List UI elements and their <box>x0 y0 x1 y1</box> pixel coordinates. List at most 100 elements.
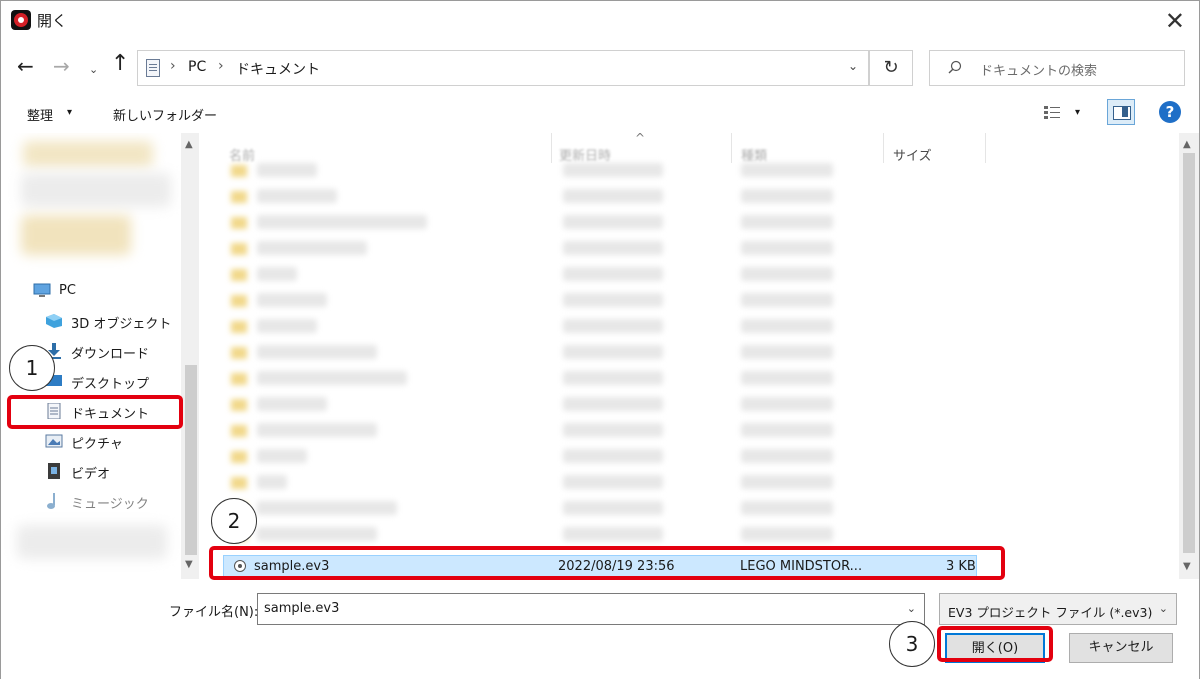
documents-location-icon <box>146 59 160 77</box>
blurred-folder-icon <box>231 269 247 281</box>
column-divider[interactable] <box>985 133 986 163</box>
blurred-folder-icon <box>231 191 247 203</box>
address-bar[interactable]: › PC › ドキュメント ⌄ <box>137 50 869 86</box>
blurred-file-type <box>741 475 833 489</box>
3d-objects-icon <box>46 314 62 328</box>
breadcrumb-separator: › <box>170 58 176 74</box>
blurred-file-type <box>741 293 833 307</box>
file-list-scroll-thumb[interactable] <box>1183 153 1195 553</box>
blurred-quick-access-item <box>21 173 171 207</box>
breadcrumb-separator: › <box>218 58 224 74</box>
blurred-file-name <box>257 241 367 255</box>
blurred-folder-icon <box>231 347 247 359</box>
breadcrumb-documents[interactable]: ドキュメント <box>236 59 320 79</box>
highlight-selected-file <box>209 546 1005 580</box>
filetype-value: EV3 プロジェクト ファイル (*.ev3) <box>948 605 1153 620</box>
step-2-marker: 2 <box>211 498 257 544</box>
blurred-file-date <box>563 501 663 515</box>
scroll-down-arrow-icon[interactable]: ▼ <box>1183 561 1191 572</box>
blurred-file-date <box>563 241 663 255</box>
new-folder-button[interactable]: 新しいフォルダー <box>113 105 217 124</box>
blurred-file-name <box>257 189 337 203</box>
preview-pane-icon[interactable] <box>1107 99 1135 125</box>
blurred-file-date <box>563 371 663 385</box>
filetype-chevron-icon[interactable]: ⌄ <box>1159 602 1168 615</box>
column-divider[interactable] <box>551 133 552 163</box>
scroll-down-arrow-icon[interactable]: ▼ <box>185 559 193 570</box>
blurred-file-date <box>563 319 663 333</box>
nav-item-label: ピクチャ <box>71 437 123 452</box>
nav-item-label: 3D オブジェクト <box>71 317 172 332</box>
navigation-bar: ← → ⌄ ↑ › PC › ドキュメント ⌄ ↻ ドキュメントの検索 <box>1 47 1199 87</box>
step-1-marker: 1 <box>9 345 55 391</box>
blurred-file-name <box>257 449 307 463</box>
scroll-up-arrow-icon[interactable]: ▲ <box>185 139 193 150</box>
blurred-file-name <box>257 215 427 229</box>
blurred-file-type <box>741 319 833 333</box>
blurred-file-date <box>563 163 663 177</box>
column-header-type[interactable]: 種類 <box>741 145 767 164</box>
filename-input[interactable]: sample.ev3 ⌄ <box>257 593 925 625</box>
search-box[interactable]: ドキュメントの検索 <box>929 50 1185 86</box>
blurred-file-name <box>257 397 327 411</box>
nav-item-label: ダウンロード <box>71 347 150 362</box>
navigation-pane-scroll-thumb[interactable] <box>185 365 197 555</box>
app-icon <box>11 10 31 30</box>
blurred-file-name <box>257 163 317 177</box>
blurred-quick-access-item <box>23 141 153 167</box>
column-header-size[interactable]: サイズ <box>893 145 932 164</box>
blurred-file-date <box>563 345 663 359</box>
blurred-file-date <box>563 293 663 307</box>
back-arrow-icon[interactable]: ← <box>17 55 34 77</box>
view-options-dropdown-icon[interactable]: ▾ <box>1075 107 1080 118</box>
blurred-file-name <box>257 371 407 385</box>
refresh-button[interactable]: ↻ <box>869 50 913 86</box>
blurred-file-type <box>741 501 833 515</box>
filename-value: sample.ev3 <box>264 601 340 616</box>
up-arrow-icon[interactable]: ↑ <box>111 53 129 75</box>
blurred-folder-icon <box>231 399 247 411</box>
blurred-file-type <box>741 397 833 411</box>
blurred-folder-icon <box>231 451 247 463</box>
title-bar: 開く ✕ <box>1 1 1199 41</box>
recent-locations-chevron-icon[interactable]: ⌄ <box>89 59 98 81</box>
filename-label: ファイル名(N): <box>169 605 259 620</box>
command-toolbar: 整理 ▾ 新しいフォルダー ▾ ? <box>1 95 1199 133</box>
blurred-file-type <box>741 449 833 463</box>
blurred-file-name <box>257 501 397 515</box>
blurred-folder-icon <box>231 243 247 255</box>
blurred-file-type <box>741 345 833 359</box>
blurred-file-name <box>257 475 287 489</box>
column-divider[interactable] <box>883 133 884 163</box>
blurred-file-name <box>257 423 377 437</box>
blurred-file-type <box>741 527 833 541</box>
blurred-file-name <box>257 345 377 359</box>
column-header-modified[interactable]: 更新日時 <box>559 145 611 164</box>
blurred-folder-icon <box>231 321 247 333</box>
organize-button[interactable]: 整理 <box>27 105 53 124</box>
help-icon[interactable]: ? <box>1159 101 1181 123</box>
nav-item-label: ミュージック <box>71 497 149 512</box>
file-list: 名前 ^ 更新日時 種類 サイズ sample.ev3 2022/08/19 2… <box>201 133 1199 579</box>
organize-dropdown-icon[interactable]: ▾ <box>67 107 72 118</box>
filename-history-chevron-icon[interactable]: ⌄ <box>907 602 916 615</box>
blurred-file-date <box>563 397 663 411</box>
address-dropdown-chevron-icon[interactable]: ⌄ <box>848 59 858 73</box>
column-divider[interactable] <box>731 133 732 163</box>
view-options-icon[interactable] <box>1043 104 1063 122</box>
scroll-up-arrow-icon[interactable]: ▲ <box>1183 139 1191 150</box>
cancel-button[interactable]: キャンセル <box>1069 633 1173 663</box>
column-header-name[interactable]: 名前 <box>229 145 255 164</box>
breadcrumb-pc[interactable]: PC <box>188 59 206 75</box>
music-icon <box>47 493 55 509</box>
blurred-nav-item <box>17 525 167 559</box>
close-icon[interactable]: ✕ <box>1165 7 1185 35</box>
blurred-file-date <box>563 267 663 281</box>
forward-arrow-icon[interactable]: → <box>53 55 70 77</box>
blurred-folder-icon <box>231 217 247 229</box>
blurred-file-date <box>563 189 663 203</box>
pc-icon <box>33 283 51 297</box>
filetype-select[interactable]: EV3 プロジェクト ファイル (*.ev3) ⌄ <box>939 593 1177 625</box>
highlight-documents <box>7 395 183 429</box>
search-placeholder: ドキュメントの検索 <box>980 64 1098 79</box>
